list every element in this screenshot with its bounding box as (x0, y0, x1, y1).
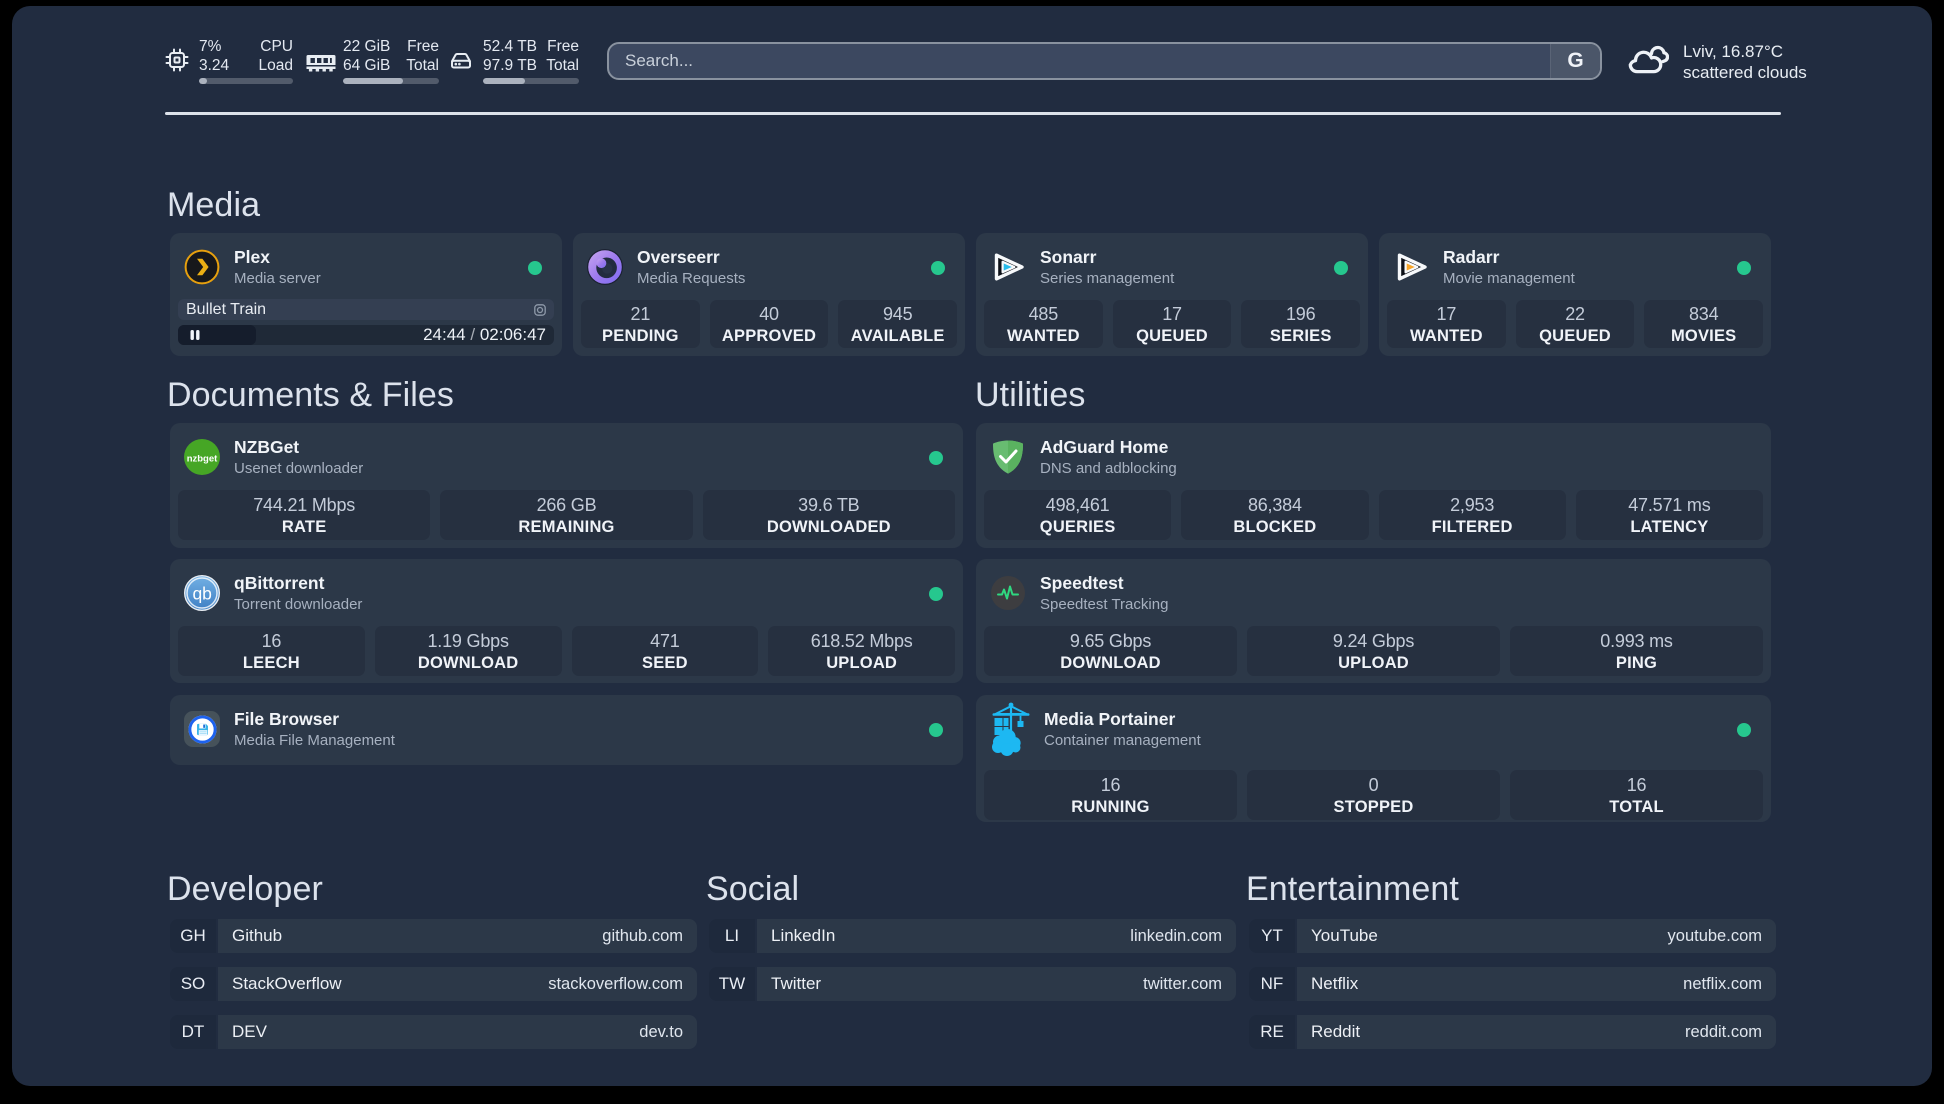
svg-text:nzbget: nzbget (187, 454, 218, 465)
svg-text:qb: qb (192, 584, 211, 604)
